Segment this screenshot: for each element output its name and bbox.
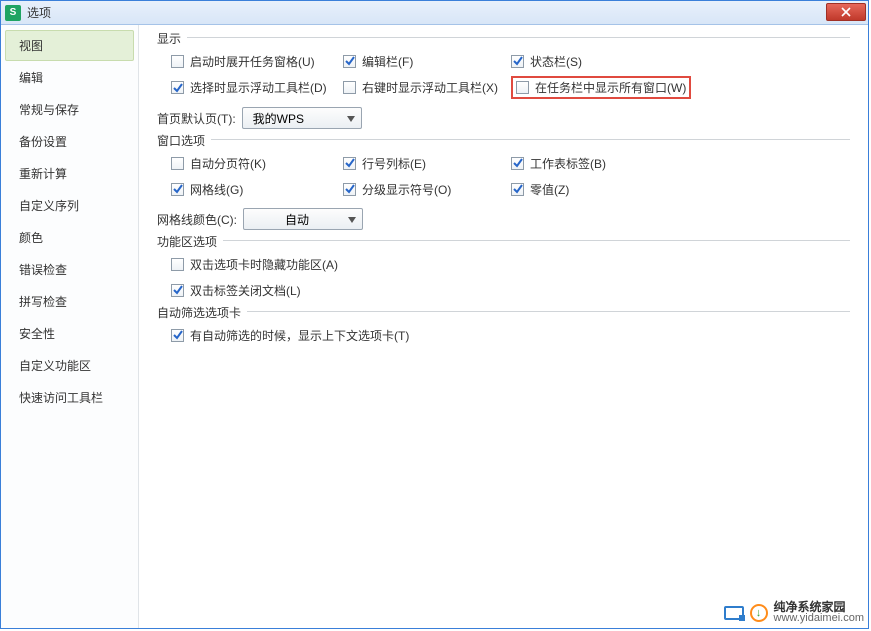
- sidebar-item-label: 常规与保存: [19, 103, 79, 117]
- options-window: S 选项 视图 编辑 常规与保存 备份设置 重新计算 自定义序列 颜色 错误检查…: [0, 0, 869, 629]
- sidebar-item-label: 颜色: [19, 231, 43, 245]
- chevron-down-icon: [348, 212, 356, 226]
- sidebar-item-custom-ribbon[interactable]: 自定义功能区: [5, 350, 134, 381]
- group-ribbon: 功能区选项 双击选项卡时隐藏功能区(A) 双击标签关闭文档(L): [157, 240, 850, 301]
- checkbox-label: 在任务栏中显示所有窗口(W): [535, 79, 686, 96]
- group-title: 自动筛选选项卡: [157, 304, 247, 321]
- sidebar-item-color[interactable]: 颜色: [5, 222, 134, 253]
- checkbox-label: 选择时显示浮动工具栏(D): [190, 79, 327, 96]
- select-value: 我的WPS: [253, 110, 304, 127]
- checkbox-dblclick-hide-ribbon[interactable]: [171, 258, 184, 271]
- sidebar-item-backup[interactable]: 备份设置: [5, 126, 134, 157]
- group-window-options: 窗口选项 自动分页符(K) 行号列标(E) 工作表标签(B): [157, 139, 850, 230]
- sidebar-item-label: 安全性: [19, 327, 55, 341]
- grid-color-select[interactable]: 自动: [243, 208, 363, 230]
- checkbox-label: 零值(Z): [530, 181, 569, 198]
- sidebar-item-view[interactable]: 视图: [5, 30, 134, 61]
- sidebar: 视图 编辑 常规与保存 备份设置 重新计算 自定义序列 颜色 错误检查 拼写检查…: [1, 25, 139, 628]
- sidebar-item-error-check[interactable]: 错误检查: [5, 254, 134, 285]
- close-icon: [841, 7, 851, 17]
- checkbox-label: 右键时显示浮动工具栏(X): [362, 79, 498, 96]
- checkbox-dblclick-close-doc[interactable]: [171, 284, 184, 297]
- group-title: 功能区选项: [157, 233, 223, 250]
- checkbox-zero-values[interactable]: [511, 183, 524, 196]
- main-panel: 显示 启动时展开任务窗格(U) 编辑栏(F) 状态栏(S): [139, 25, 868, 628]
- checkbox-label: 行号列标(E): [362, 155, 426, 172]
- checkbox-label: 启动时展开任务窗格(U): [190, 53, 315, 70]
- checkbox-label: 有自动筛选的时候，显示上下文选项卡(T): [190, 327, 409, 344]
- checkbox-show-context-tab[interactable]: [171, 329, 184, 342]
- checkbox-label: 工作表标签(B): [530, 155, 606, 172]
- watermark-box-icon: [724, 606, 744, 620]
- chevron-down-icon: [347, 111, 355, 125]
- sidebar-item-custom-list[interactable]: 自定义序列: [5, 190, 134, 221]
- sidebar-item-label: 自定义功能区: [19, 359, 91, 373]
- sidebar-item-general-save[interactable]: 常规与保存: [5, 94, 134, 125]
- checkbox-float-toolbar-rightclick[interactable]: [343, 81, 356, 94]
- checkbox-row-col-header[interactable]: [343, 157, 356, 170]
- sidebar-item-security[interactable]: 安全性: [5, 318, 134, 349]
- group-display: 显示 启动时展开任务窗格(U) 编辑栏(F) 状态栏(S): [157, 37, 850, 129]
- sidebar-item-label: 拼写检查: [19, 295, 67, 309]
- checkbox-show-windows-taskbar[interactable]: [516, 81, 529, 94]
- sidebar-item-label: 快速访问工具栏: [19, 391, 103, 405]
- checkbox-label: 状态栏(S): [530, 53, 582, 70]
- group-autofilter: 自动筛选选项卡 有自动筛选的时候，显示上下文选项卡(T): [157, 311, 850, 346]
- checkbox-gridlines[interactable]: [171, 183, 184, 196]
- group-title: 窗口选项: [157, 132, 211, 149]
- checkbox-float-toolbar-select[interactable]: [171, 81, 184, 94]
- checkbox-label: 自动分页符(K): [190, 155, 266, 172]
- sidebar-item-recalc[interactable]: 重新计算: [5, 158, 134, 189]
- checkbox-auto-pagebreak[interactable]: [171, 157, 184, 170]
- titlebar: S 选项: [1, 1, 868, 25]
- checkbox-label: 分级显示符号(O): [362, 181, 451, 198]
- grid-color-label: 网格线颜色(C):: [157, 211, 237, 228]
- select-value: 自动: [254, 211, 340, 228]
- group-title: 显示: [157, 30, 187, 47]
- checkbox-edit-bar[interactable]: [343, 55, 356, 68]
- sidebar-item-label: 重新计算: [19, 167, 67, 181]
- app-icon: S: [5, 5, 21, 21]
- watermark: ↓ 纯净系统家园 www.yidaimei.com: [724, 601, 864, 624]
- sidebar-item-label: 错误检查: [19, 263, 67, 277]
- sidebar-item-label: 视图: [19, 39, 43, 53]
- checkbox-label: 网格线(G): [190, 181, 243, 198]
- checkbox-label: 双击选项卡时隐藏功能区(A): [190, 256, 338, 273]
- checkbox-sheet-tabs[interactable]: [511, 157, 524, 170]
- close-button[interactable]: [826, 3, 866, 21]
- sidebar-item-label: 备份设置: [19, 135, 67, 149]
- default-page-label: 首页默认页(T):: [157, 110, 236, 127]
- checkbox-label: 双击标签关闭文档(L): [190, 282, 301, 299]
- default-page-select[interactable]: 我的WPS: [242, 107, 362, 129]
- sidebar-item-label: 编辑: [19, 71, 43, 85]
- checkbox-label: 编辑栏(F): [362, 53, 413, 70]
- watermark-arrow-icon: ↓: [750, 604, 768, 622]
- sidebar-item-spell-check[interactable]: 拼写检查: [5, 286, 134, 317]
- sidebar-item-quick-access[interactable]: 快速访问工具栏: [5, 382, 134, 413]
- checkbox-outline-symbols[interactable]: [343, 183, 356, 196]
- sidebar-item-edit[interactable]: 编辑: [5, 62, 134, 93]
- watermark-url: www.yidaimei.com: [774, 613, 864, 624]
- checkbox-startup-task-pane[interactable]: [171, 55, 184, 68]
- highlighted-option: 在任务栏中显示所有窗口(W): [511, 76, 691, 99]
- checkbox-status-bar[interactable]: [511, 55, 524, 68]
- window-title: 选项: [27, 4, 51, 21]
- sidebar-item-label: 自定义序列: [19, 199, 79, 213]
